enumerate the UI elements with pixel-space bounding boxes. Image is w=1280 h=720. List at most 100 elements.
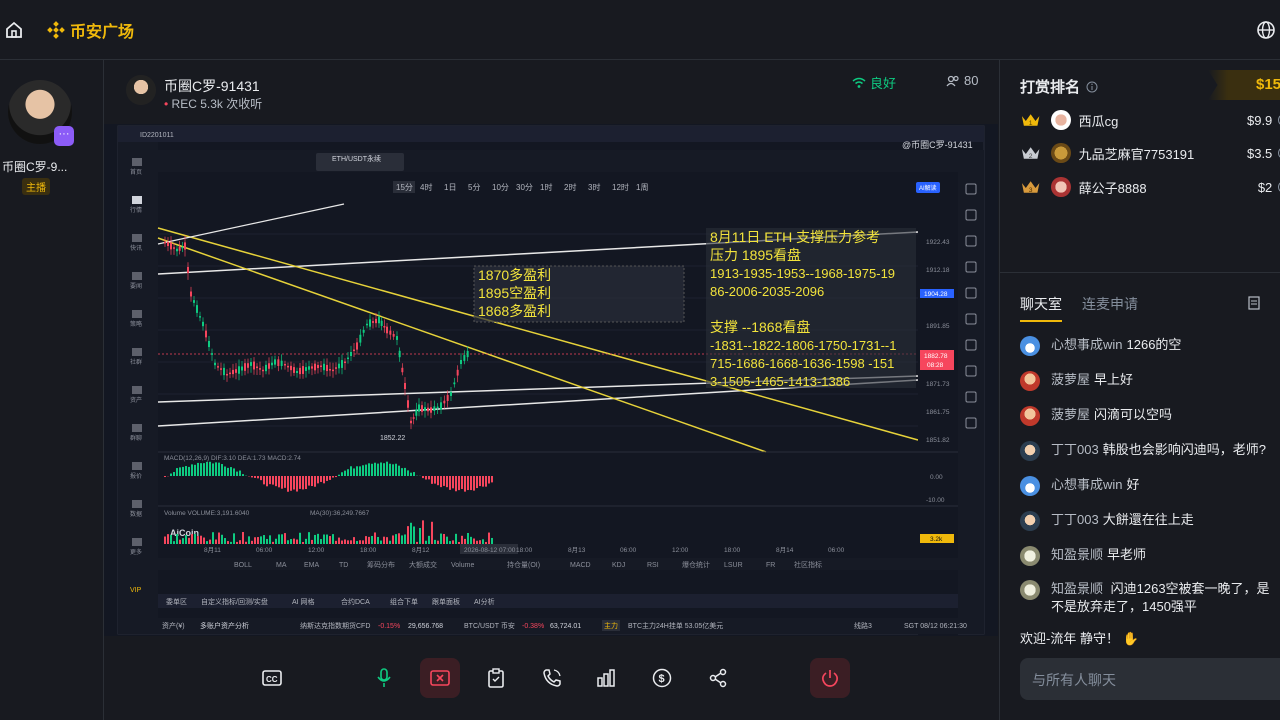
- indicator-item[interactable]: Volume: [451, 562, 474, 569]
- candle-body: [410, 420, 412, 424]
- dollar-icon[interactable]: $: [642, 658, 682, 698]
- indicator-item[interactable]: FR: [766, 562, 775, 569]
- ranking-total: $15: [1208, 70, 1280, 100]
- sidebar-label[interactable]: 首页: [130, 168, 142, 176]
- active-pair[interactable]: ETH/USDT永续: [332, 154, 381, 163]
- timeframe-item[interactable]: 1日: [444, 183, 456, 192]
- power-icon[interactable]: [810, 658, 850, 698]
- timeframe-item[interactable]: 1时: [540, 182, 552, 192]
- tab-chatroom[interactable]: 聊天室: [1020, 294, 1062, 322]
- sidebar-icon[interactable]: [132, 310, 142, 318]
- mic-icon[interactable]: [364, 658, 404, 698]
- indicator-item[interactable]: BOLL: [234, 562, 252, 569]
- indicator-item[interactable]: KDJ: [612, 562, 625, 569]
- chat-input[interactable]: 与所有人聊天: [1020, 658, 1280, 700]
- sidebar-icon[interactable]: [132, 158, 142, 166]
- indicator-item[interactable]: TD: [339, 562, 348, 569]
- bottom-tab[interactable]: 委单区: [166, 597, 187, 606]
- timeframe-item[interactable]: 4时: [420, 182, 432, 192]
- timeframe-item[interactable]: 10分: [492, 183, 509, 192]
- bottom-tab[interactable]: 组合下单: [390, 597, 418, 606]
- chat-message: 心想事成win 1266的空: [1020, 336, 1280, 356]
- clipboard-icon[interactable]: [476, 658, 516, 698]
- timeframe-item[interactable]: 5分: [468, 183, 480, 192]
- sidebar-icon[interactable]: [132, 348, 142, 356]
- indicator-item[interactable]: MA: [276, 562, 287, 569]
- bottom-tab[interactable]: AI 网格: [292, 597, 315, 606]
- indicator-item[interactable]: 大额成交: [409, 560, 437, 569]
- sidebar-icon[interactable]: [132, 234, 142, 242]
- sidebar-icon[interactable]: [132, 538, 142, 546]
- chat-username[interactable]: 丁丁003: [1051, 511, 1099, 529]
- sidebar-icon[interactable]: [132, 196, 142, 204]
- tab-mic-requests[interactable]: 连麦申请: [1082, 294, 1138, 322]
- timeframe-item[interactable]: 12时: [612, 182, 629, 192]
- sidebar-label[interactable]: 社群: [130, 358, 142, 366]
- indicator-item[interactable]: 持仓量(OI): [507, 560, 540, 569]
- welcome-user[interactable]: 流年: [1050, 631, 1076, 646]
- indicator-item[interactable]: LSUR: [724, 562, 743, 569]
- timeframe-item[interactable]: 1周: [636, 183, 648, 192]
- brand-logo[interactable]: 币安广场: [46, 18, 134, 42]
- ranking-row[interactable]: 1 西瓜cg $9.9: [1020, 108, 1280, 132]
- indicator-item[interactable]: 社区指标: [794, 560, 822, 569]
- chat-username[interactable]: 知盈景顺: [1051, 546, 1103, 564]
- bottom-tab[interactable]: AI分析: [474, 597, 495, 606]
- bottom-tab[interactable]: 自定义指标/回测/实盘: [201, 597, 268, 606]
- timeframe-item[interactable]: 3时: [588, 182, 600, 192]
- more-options-icon[interactable]: ···: [54, 126, 74, 146]
- sidebar-label[interactable]: 资产: [130, 396, 142, 404]
- volume-bar: [335, 540, 337, 544]
- sidebar-label[interactable]: 群聊: [130, 434, 142, 442]
- ai-interpret-button[interactable]: AI解读: [919, 184, 937, 192]
- volume-bar: [350, 540, 352, 544]
- sidebar-icon[interactable]: [132, 272, 142, 280]
- chat-username[interactable]: 菠萝屋: [1051, 371, 1090, 389]
- sidebar-label[interactable]: 行情: [130, 206, 142, 214]
- macd-bar: [347, 469, 349, 476]
- share-icon[interactable]: [698, 658, 738, 698]
- bottom-tab[interactable]: 合约DCA: [341, 597, 370, 606]
- bottom-tab[interactable]: 跟单面板: [432, 597, 460, 606]
- chat-username[interactable]: 知盈景顺: [1051, 581, 1103, 596]
- sidebar-label[interactable]: 数据: [130, 510, 142, 518]
- sidebar-label[interactable]: 更多: [130, 548, 142, 556]
- viewer-count[interactable]: 80: [946, 73, 978, 88]
- sidebar-icon[interactable]: [132, 462, 142, 470]
- timeframe-item[interactable]: 30分: [516, 183, 533, 192]
- indicator-item[interactable]: 筹码分布: [367, 560, 395, 569]
- candle-body: [256, 366, 258, 369]
- macd-bar: [170, 473, 172, 476]
- sidebar-label[interactable]: 报价: [130, 472, 142, 480]
- sidebar-label[interactable]: 要闻: [130, 282, 142, 290]
- sidebar-icon[interactable]: [132, 424, 142, 432]
- home-icon[interactable]: [4, 20, 24, 40]
- sidebar-label[interactable]: 策略: [130, 320, 142, 328]
- stream-avatar[interactable]: [126, 75, 156, 105]
- chat-username[interactable]: 丁丁003: [1051, 441, 1099, 459]
- sidebar-icon[interactable]: [132, 386, 142, 394]
- cc-icon[interactable]: CC: [252, 658, 292, 698]
- indicator-item[interactable]: 爆仓统计: [682, 560, 710, 569]
- sidebar-label[interactable]: 快讯: [130, 244, 142, 252]
- timeframe-item[interactable]: 2时: [564, 182, 576, 192]
- stop-share-icon[interactable]: [420, 658, 460, 698]
- chat-username[interactable]: 心想事成win: [1051, 476, 1123, 494]
- chat-username[interactable]: 心想事成win: [1051, 336, 1123, 354]
- status-assets[interactable]: 多账户资产分析: [200, 621, 249, 630]
- notes-icon[interactable]: [1247, 296, 1261, 310]
- indicator-item[interactable]: EMA: [304, 562, 320, 569]
- info-icon[interactable]: [1086, 81, 1098, 93]
- volume-bar: [320, 539, 322, 544]
- sidebar-icon[interactable]: [132, 500, 142, 508]
- phone-icon[interactable]: [532, 658, 572, 698]
- ranking-row[interactable]: 2 九品芝麻官7753191 $3.5: [1020, 141, 1280, 165]
- volume-bar: [317, 533, 319, 544]
- globe-icon[interactable]: [1256, 20, 1276, 40]
- timeframe-item[interactable]: 15分: [396, 183, 413, 192]
- chat-username[interactable]: 菠萝屋: [1051, 406, 1090, 424]
- ranking-row[interactable]: 3 薛公子8888 $2: [1020, 175, 1280, 199]
- indicator-item[interactable]: MACD: [570, 562, 591, 569]
- indicator-item[interactable]: RSI: [647, 562, 659, 569]
- chart-icon[interactable]: [586, 658, 626, 698]
